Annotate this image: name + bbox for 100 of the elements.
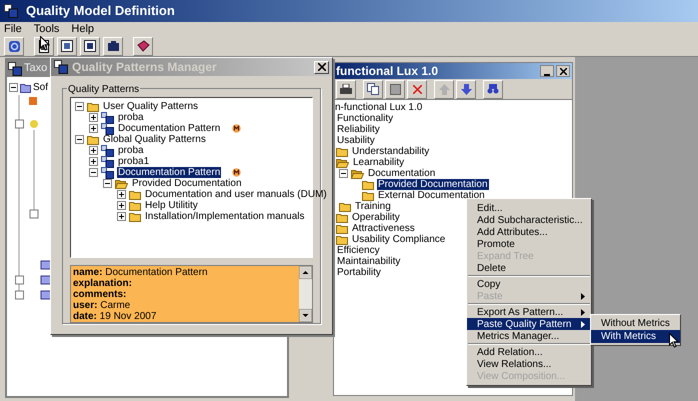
menu-item[interactable]: View Relations... bbox=[467, 358, 591, 370]
tree-item[interactable]: Maintainability bbox=[336, 256, 402, 267]
book-button[interactable] bbox=[133, 36, 153, 56]
app-icon bbox=[8, 62, 22, 76]
menu-item[interactable]: Paste Quality Pattern bbox=[467, 318, 591, 330]
scroll-down-icon[interactable] bbox=[299, 309, 312, 322]
expand-icon[interactable] bbox=[117, 190, 126, 199]
menu-item[interactable]: Export As Pattern... bbox=[467, 306, 591, 318]
tree-item[interactable]: Attractiveness bbox=[351, 223, 416, 234]
tree-item[interactable]: External Documentation bbox=[377, 190, 486, 201]
menu-item[interactable]: Copy bbox=[467, 278, 591, 290]
collapse-icon[interactable] bbox=[9, 83, 18, 92]
menu-item[interactable]: File bbox=[4, 20, 22, 38]
tree-item[interactable]: Global Quality Patterns bbox=[102, 134, 207, 145]
tree-item[interactable]: User Quality Patterns bbox=[102, 101, 200, 112]
collapse-icon[interactable] bbox=[75, 135, 84, 144]
tree-item[interactable]: Installation/Implementation manuals bbox=[144, 211, 306, 222]
document-button[interactable] bbox=[57, 36, 77, 56]
expand-icon[interactable] bbox=[117, 212, 126, 221]
folder-icon bbox=[336, 224, 348, 234]
copy-icon bbox=[367, 83, 379, 95]
folder-icon bbox=[20, 82, 31, 92]
move-up-button[interactable] bbox=[434, 80, 454, 98]
menu-item[interactable]: Metrics Manager... bbox=[467, 330, 591, 342]
detail-line: explanation: bbox=[73, 278, 133, 289]
minimize-button[interactable] bbox=[540, 65, 554, 77]
find-button[interactable] bbox=[483, 80, 503, 98]
collapse-icon[interactable] bbox=[75, 102, 84, 111]
menu-item[interactable]: Delete bbox=[467, 262, 591, 274]
camera-button[interactable] bbox=[103, 36, 123, 56]
tree-item[interactable]: n-functional Lux 1.0 bbox=[334, 102, 424, 113]
window-title: functional Lux 1.0 bbox=[336, 63, 438, 80]
tree-item[interactable]: proba bbox=[117, 112, 145, 123]
arrow-down-icon bbox=[460, 84, 472, 94]
tree-item[interactable]: Documentation Pattern bbox=[117, 167, 222, 178]
tree-item[interactable]: Operability bbox=[351, 212, 401, 223]
menu-item[interactable]: With Metrics bbox=[591, 330, 680, 343]
detail-line: user: Carme bbox=[73, 300, 132, 311]
folder-icon bbox=[129, 212, 141, 222]
scrollbar[interactable] bbox=[299, 266, 312, 322]
pattern-icon bbox=[101, 166, 114, 178]
tree-item[interactable]: Training bbox=[354, 201, 392, 212]
menu-item[interactable]: Add Attributes... bbox=[467, 226, 591, 238]
menu-item[interactable]: Edit... bbox=[467, 202, 591, 214]
tree-item[interactable]: proba bbox=[117, 145, 145, 156]
print-button[interactable] bbox=[336, 80, 356, 98]
tree-item[interactable]: Efficiency bbox=[336, 245, 381, 256]
open-folder-icon bbox=[115, 178, 128, 188]
collapse-icon[interactable] bbox=[339, 169, 348, 178]
delete-icon bbox=[412, 84, 422, 94]
tree-item[interactable]: Provided Documentation bbox=[131, 178, 243, 189]
menu-item[interactable]: Without Metrics bbox=[591, 317, 680, 330]
tree-item[interactable]: Reliability bbox=[336, 124, 381, 135]
tree-item[interactable]: proba1 bbox=[117, 156, 150, 167]
minimize-icon bbox=[544, 74, 550, 76]
tree-item[interactable]: Usability Compliance bbox=[351, 234, 446, 245]
expand-icon[interactable] bbox=[89, 124, 98, 133]
collapse-icon[interactable] bbox=[103, 179, 112, 188]
tree-item[interactable]: Documentation Pattern bbox=[117, 123, 222, 134]
tree-item[interactable]: Provided Documentation bbox=[377, 179, 489, 190]
close-button[interactable] bbox=[556, 65, 570, 77]
scroll-up-icon[interactable] bbox=[299, 266, 312, 279]
collapse-icon[interactable] bbox=[89, 168, 98, 177]
copy-button[interactable] bbox=[363, 80, 383, 98]
tree-item[interactable]: Documentation bbox=[367, 168, 436, 179]
tree-item[interactable]: Understandability bbox=[351, 146, 430, 157]
menu-item[interactable]: Help bbox=[71, 20, 94, 38]
pattern-icon bbox=[101, 122, 114, 134]
tree-item[interactable]: Learnability bbox=[352, 157, 406, 168]
window-title: Taxo bbox=[24, 61, 48, 76]
folder-icon bbox=[129, 200, 141, 210]
paste-button[interactable] bbox=[385, 80, 405, 98]
folder-icon bbox=[336, 146, 348, 156]
delete-button[interactable] bbox=[407, 80, 427, 98]
menu-item[interactable]: Promote bbox=[467, 238, 591, 250]
expand-icon[interactable] bbox=[117, 201, 126, 210]
model-button[interactable] bbox=[4, 36, 24, 56]
tree-item[interactable]: Portability bbox=[336, 267, 382, 278]
tree-item[interactable]: Usability bbox=[336, 135, 376, 146]
expand-icon[interactable] bbox=[89, 146, 98, 155]
folder-icon bbox=[362, 180, 374, 190]
printer-icon bbox=[340, 84, 352, 94]
folder-icon bbox=[336, 212, 348, 222]
document-button[interactable] bbox=[80, 36, 100, 56]
move-down-button[interactable] bbox=[456, 80, 476, 98]
folder-icon bbox=[336, 234, 348, 244]
menu-item[interactable]: Add Relation... bbox=[467, 346, 591, 358]
menu-item[interactable]: Tools bbox=[34, 20, 60, 38]
tree-item[interactable]: Sof bbox=[33, 80, 48, 95]
open-folder-icon bbox=[336, 158, 349, 168]
tree-item[interactable]: Help Utilitity bbox=[144, 200, 199, 211]
expand-icon[interactable] bbox=[89, 113, 98, 122]
binoculars-icon bbox=[487, 84, 499, 94]
expand-icon[interactable] bbox=[89, 157, 98, 166]
menu-item[interactable]: Add Subcharacteristic... bbox=[467, 214, 591, 226]
folder-icon bbox=[87, 134, 99, 144]
tree-item[interactable]: Documentation and user manuals (DUM) bbox=[144, 189, 328, 200]
tree-item[interactable]: Functionality bbox=[336, 113, 394, 124]
folder-icon bbox=[362, 190, 374, 200]
metrics-badge-icon bbox=[232, 168, 242, 177]
